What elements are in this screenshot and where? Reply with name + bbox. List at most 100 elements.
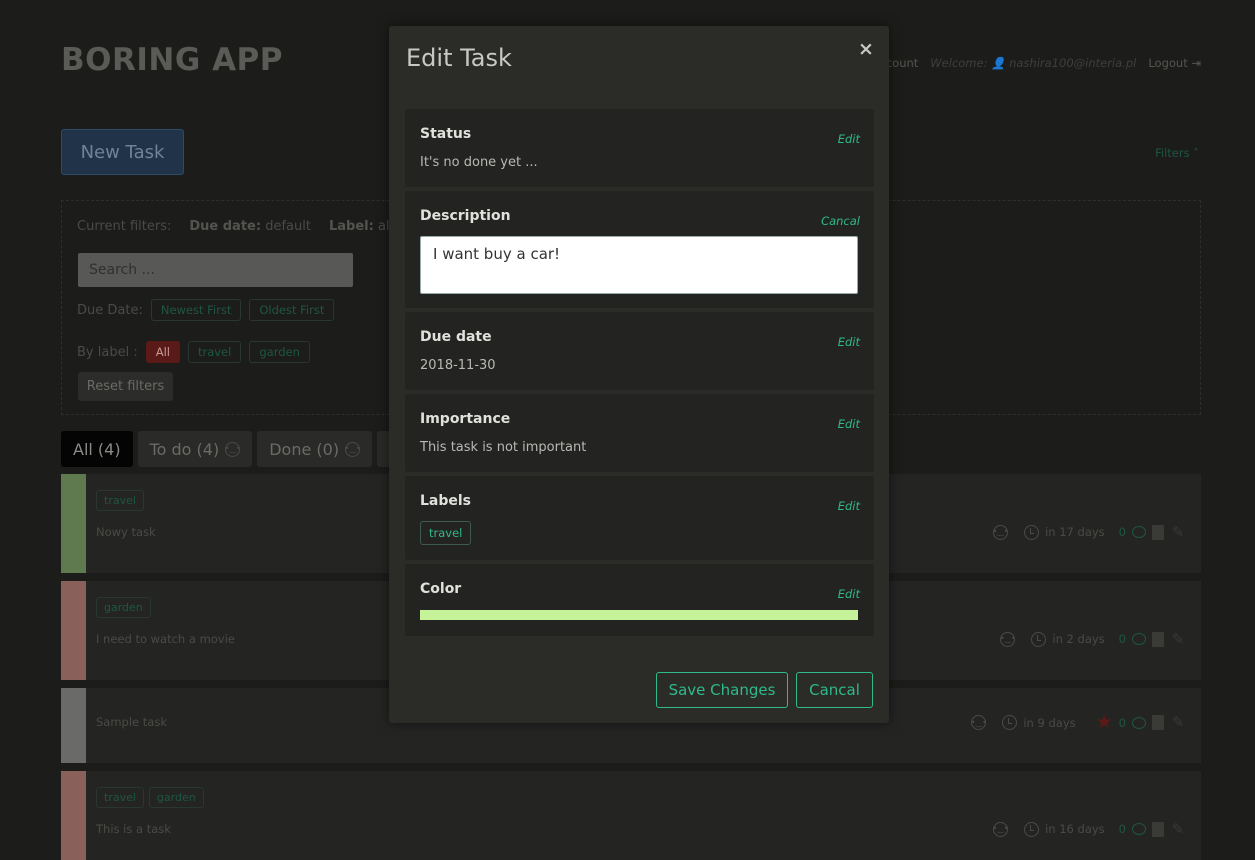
label-filter-row: By label : All travel garden xyxy=(77,341,310,363)
color-section: Color Edit xyxy=(405,564,874,636)
task-label-chip[interactable]: travel xyxy=(96,787,144,808)
trash-icon[interactable] xyxy=(1152,715,1164,730)
importance-heading: Importance xyxy=(420,411,511,427)
labels-section: Labels Edit travel xyxy=(405,476,874,560)
due-date-section: Due date Edit 2018-11-30 xyxy=(405,312,874,390)
task-label-chip[interactable]: garden xyxy=(96,597,151,618)
due-date-sort-row: Due Date: Newest First Oldest First xyxy=(77,299,335,321)
welcome-label: Welcome: xyxy=(930,56,988,70)
task-meta: •‿• in 2 days 0 ✎ xyxy=(1000,631,1186,647)
task-color-bar xyxy=(61,581,86,680)
logout-link[interactable]: Logout ⇥ xyxy=(1148,56,1201,70)
clock-icon xyxy=(1002,715,1018,730)
task-row[interactable]: travel garden This is a task •‿• in 16 d… xyxy=(61,771,1201,860)
oldest-first-button[interactable]: Oldest First xyxy=(249,299,335,321)
status-heading: Status xyxy=(420,126,472,142)
comment-count: 0 xyxy=(1118,822,1126,836)
neutral-face-icon[interactable]: •‿• xyxy=(1000,631,1016,647)
task-description: This is a task xyxy=(96,822,171,836)
smile-icon: •‿• xyxy=(345,441,361,457)
newest-first-button[interactable]: Newest First xyxy=(150,299,242,321)
comment-icon[interactable] xyxy=(1132,716,1146,729)
top-nav: account Welcome: 👤 nashira100@interia.pl… xyxy=(872,56,1201,70)
task-color-bar xyxy=(61,771,86,860)
labels-edit-link[interactable]: Edit xyxy=(838,499,860,513)
save-changes-button[interactable]: Save Changes xyxy=(656,672,788,708)
task-due: in 2 days xyxy=(1052,632,1105,646)
task-labels: travel garden xyxy=(96,787,204,808)
due-date-heading: Due date xyxy=(420,329,492,345)
neutral-face-icon: •‿• xyxy=(225,441,241,457)
comment-icon[interactable] xyxy=(1132,633,1146,645)
label-filter-garden[interactable]: garden xyxy=(249,341,310,363)
pencil-icon[interactable]: ✎ xyxy=(1170,524,1186,540)
logout-label: Logout xyxy=(1148,56,1188,70)
task-description: Nowy task xyxy=(96,525,156,539)
comment-count: 0 xyxy=(1118,715,1126,730)
color-swatch xyxy=(420,610,858,620)
neutral-face-icon[interactable]: •‿• xyxy=(993,524,1009,540)
new-task-button[interactable]: New Task xyxy=(61,129,184,175)
search-input[interactable]: Search ... xyxy=(78,253,353,287)
comment-count: 0 xyxy=(1118,632,1126,646)
by-label-label: By label : xyxy=(77,344,138,360)
task-label-chip[interactable]: travel xyxy=(96,490,144,511)
neutral-face-icon[interactable]: •‿• xyxy=(971,715,987,730)
task-label-chip[interactable]: garden xyxy=(148,787,204,808)
tab-all[interactable]: All (4) xyxy=(61,431,133,467)
color-heading: Color xyxy=(420,581,462,597)
label-filter-key: Label: xyxy=(328,219,374,234)
trash-icon[interactable] xyxy=(1152,821,1164,837)
status-edit-link[interactable]: Edit xyxy=(838,132,860,146)
welcome-text: Welcome: 👤 nashira100@interia.pl xyxy=(930,56,1136,70)
task-color-bar xyxy=(61,474,86,573)
task-description: Sample task xyxy=(96,715,167,729)
filters-toggle[interactable]: Filters ˄ xyxy=(1155,146,1199,160)
task-labels: travel xyxy=(96,490,144,511)
task-due: in 17 days xyxy=(1045,525,1105,539)
chevron-up-icon: ˄ xyxy=(1193,146,1199,160)
task-meta: •‿• in 9 days ★ 0 ✎ xyxy=(971,713,1186,732)
due-date-value: 2018-11-30 xyxy=(420,358,496,373)
label-filter-all[interactable]: All xyxy=(145,341,180,363)
comment-icon[interactable] xyxy=(1132,823,1146,835)
clock-icon xyxy=(1024,821,1040,837)
task-meta: •‿• in 17 days 0 ✎ xyxy=(993,524,1186,540)
label-chip-travel[interactable]: travel xyxy=(420,521,472,545)
task-due: in 16 days xyxy=(1045,822,1105,836)
description-section: Description Cancal I want buy a car! xyxy=(405,191,874,308)
tab-todo[interactable]: To do (4) •‿• xyxy=(137,431,253,467)
cancel-button[interactable]: Cancal xyxy=(796,672,873,708)
description-textarea[interactable]: I want buy a car! xyxy=(420,236,858,294)
star-icon[interactable]: ★ xyxy=(1096,713,1113,732)
label-filter-travel[interactable]: travel xyxy=(187,341,242,363)
tab-done-label: Done (0) xyxy=(269,439,340,459)
importance-section: Importance Edit This task is not importa… xyxy=(405,394,874,472)
trash-icon[interactable] xyxy=(1152,524,1164,540)
trash-icon[interactable] xyxy=(1152,631,1164,647)
color-edit-link[interactable]: Edit xyxy=(838,587,860,601)
reset-filters-button[interactable]: Reset filters xyxy=(78,372,173,401)
task-labels: garden xyxy=(96,597,151,618)
close-icon[interactable]: × xyxy=(858,40,874,59)
pencil-icon[interactable]: ✎ xyxy=(1170,715,1186,731)
task-tabs: All (4) To do (4)•‿• Done (0)•‿• C xyxy=(61,431,413,467)
importance-edit-link[interactable]: Edit xyxy=(838,417,860,431)
comment-icon[interactable] xyxy=(1132,526,1146,538)
description-cancel-link[interactable]: Cancal xyxy=(821,214,860,228)
due-filter-summary: Due date: default xyxy=(189,219,311,234)
neutral-face-icon[interactable]: •‿• xyxy=(993,821,1009,837)
comment-count: 0 xyxy=(1118,525,1126,539)
user-icon: 👤 xyxy=(991,56,1006,70)
labels-heading: Labels xyxy=(420,493,472,509)
tab-todo-label: To do (4) xyxy=(149,439,220,459)
label-filter-summary: Label: all xyxy=(329,219,393,234)
due-date-sort-label: Due Date: xyxy=(77,302,143,318)
pencil-icon[interactable]: ✎ xyxy=(1170,631,1186,647)
tab-done[interactable]: Done (0) •‿• xyxy=(257,431,373,467)
user-email: nashira100@interia.pl xyxy=(1009,56,1137,70)
status-section: Status Edit It's no done yet ... xyxy=(405,109,874,187)
modal-title: Edit Task xyxy=(406,44,512,72)
pencil-icon[interactable]: ✎ xyxy=(1170,821,1186,837)
due-date-edit-link[interactable]: Edit xyxy=(838,335,860,349)
